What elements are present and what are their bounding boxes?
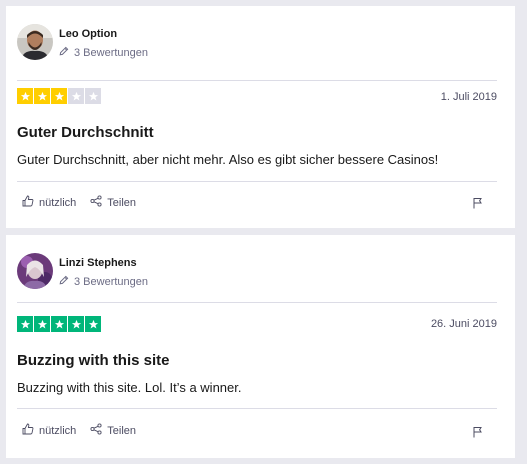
share-button[interactable]: Teilen [90, 195, 136, 210]
reviewer-name[interactable]: Leo Option [59, 28, 117, 40]
star-icon [68, 316, 84, 332]
reviewer-name[interactable]: Linzi Stephens [59, 257, 137, 269]
review-date: 1. Juli 2019 [440, 91, 497, 103]
share-label: Teilen [107, 424, 137, 437]
flag-icon[interactable] [472, 196, 483, 214]
star-icon [34, 316, 50, 332]
thumbs-up-icon [22, 195, 34, 210]
star-icon [34, 88, 50, 104]
useful-button[interactable]: nützlich [22, 195, 76, 210]
star-rating [17, 316, 101, 332]
star-icon [51, 88, 67, 104]
star-icon [51, 316, 67, 332]
star-icon [85, 316, 101, 332]
divider [17, 408, 497, 409]
star-icon [68, 88, 84, 104]
divider [17, 181, 497, 182]
star-icon [17, 88, 33, 104]
flag-icon[interactable] [472, 425, 483, 443]
review-actions: nützlich Teilen [22, 423, 136, 438]
useful-button[interactable]: nützlich [22, 423, 76, 438]
share-button[interactable]: Teilen [90, 423, 136, 438]
review-count-label: 3 Bewertungen [74, 46, 148, 59]
useful-label: nützlich [39, 424, 77, 437]
review-body: Guter Durchschnitt, aber nicht mehr. Als… [17, 152, 439, 167]
avatar[interactable] [17, 253, 53, 289]
pencil-icon [59, 46, 69, 59]
review-date: 26. Juni 2019 [430, 318, 497, 330]
thumbs-up-icon [22, 423, 34, 438]
review-count-label: 3 Bewertungen [74, 275, 148, 288]
star-rating [17, 88, 101, 104]
review-card: Leo Option 3 Bewertungen 1. Juli 2019 Gu… [6, 6, 515, 228]
review-count: 3 Bewertungen [59, 275, 148, 288]
review-count: 3 Bewertungen [59, 46, 148, 59]
share-icon [90, 195, 102, 210]
review-card: Linzi Stephens 3 Bewertungen 26. Juni 20… [6, 235, 515, 458]
share-label: Teilen [107, 196, 137, 209]
review-title[interactable]: Guter Durchschnitt [17, 124, 154, 141]
star-icon [17, 316, 33, 332]
review-actions: nützlich Teilen [22, 195, 136, 210]
star-icon [85, 88, 101, 104]
review-body: Buzzing with this site. Lol. It’s a winn… [17, 380, 242, 395]
divider [17, 302, 497, 303]
review-title[interactable]: Buzzing with this site [17, 352, 170, 369]
useful-label: nützlich [39, 196, 77, 209]
pencil-icon [59, 275, 69, 288]
divider [17, 80, 497, 81]
share-icon [90, 423, 102, 438]
avatar[interactable] [17, 24, 53, 60]
